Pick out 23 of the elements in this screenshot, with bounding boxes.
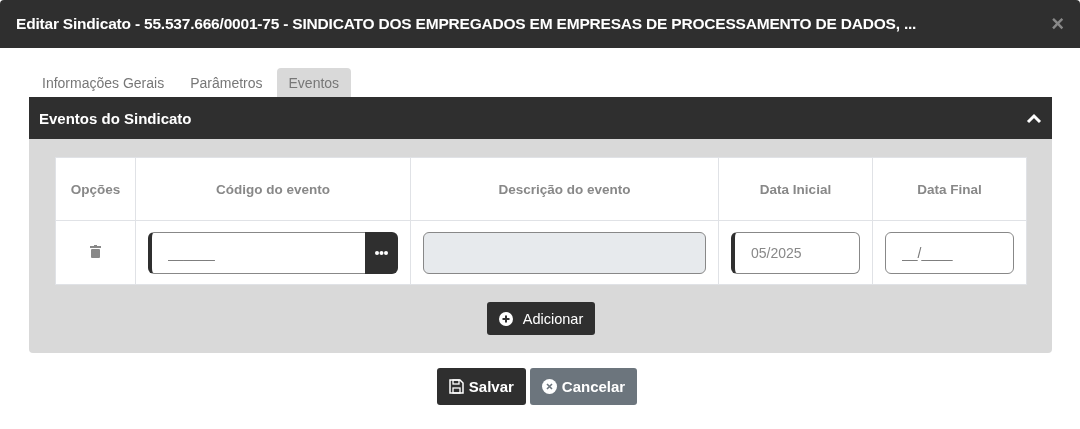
- save-button[interactable]: Salvar: [436, 368, 526, 405]
- chevron-up-icon[interactable]: [1026, 112, 1042, 124]
- tab[interactable]: Parâmetros: [178, 68, 275, 97]
- ellipsis-icon: [375, 250, 388, 255]
- add-button[interactable]: Adicionar: [486, 302, 596, 335]
- start-date-field[interactable]: 05/2025: [731, 231, 860, 274]
- cancel-button[interactable]: Cancelar: [529, 368, 638, 405]
- trash-icon[interactable]: [90, 244, 101, 258]
- column-header: Código do evento: [135, 157, 411, 221]
- tab[interactable]: Informações Gerais: [30, 68, 177, 97]
- search-button[interactable]: [365, 231, 398, 274]
- panel-title: Eventos do Sindicato: [39, 109, 192, 127]
- column-header: Data Inicial: [718, 157, 873, 221]
- plus-circle-icon: [498, 311, 513, 326]
- close-button[interactable]: ×: [1051, 13, 1064, 35]
- end-date-field[interactable]: __/____: [885, 231, 1014, 274]
- column-header: Data Final: [872, 157, 1027, 221]
- event-code-field[interactable]: ______: [148, 231, 365, 274]
- column-header: Descrição do evento: [410, 157, 719, 221]
- tab[interactable]: Eventos: [276, 68, 352, 97]
- window-title: Editar Sindicato - 55.537.666/0001-75 - SINDICATO DOS EMPREGADOS EM EMPRESAS DE PROCESSAMENTO DE DADOS, ...: [16, 15, 918, 33]
- close-circle-icon: [541, 379, 557, 394]
- column-header: Opções: [55, 157, 136, 221]
